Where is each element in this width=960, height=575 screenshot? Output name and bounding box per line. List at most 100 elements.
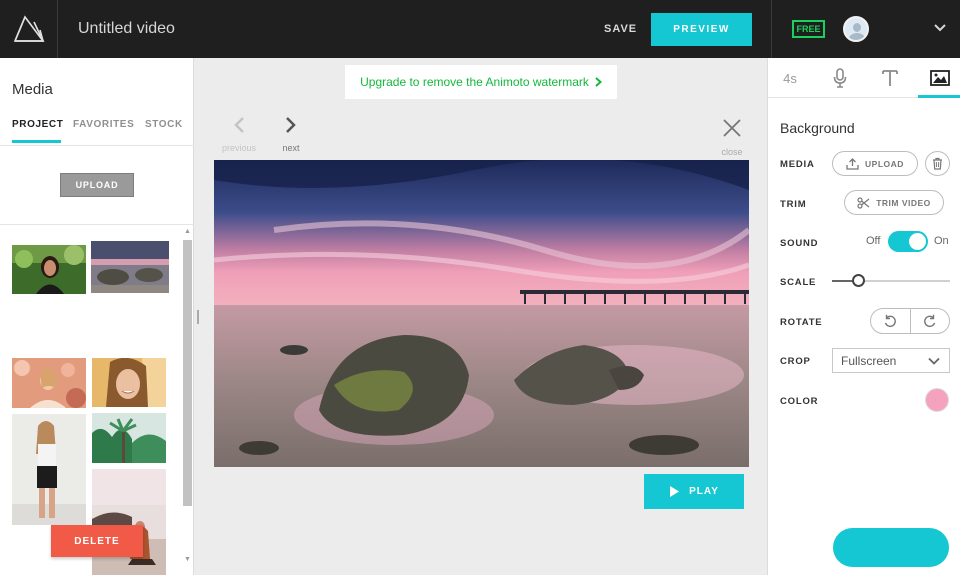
color-swatch[interactable] [925,388,949,412]
trim-video-label: TRIM VIDEO [876,197,931,208]
photo-smiling-woman [92,358,166,407]
rotate-left-icon [885,314,897,328]
crop-value: Fullscreen [841,353,897,368]
rotate-left-button[interactable] [871,309,910,333]
sound-label: SOUND [780,238,819,249]
chevron-down-icon[interactable] [933,20,947,34]
scroll-up-icon[interactable]: ▲ [184,228,191,235]
preview-image-beach-sunset [214,160,749,467]
media-thumbnail-smiling-woman-close[interactable] [92,358,166,407]
text-icon [882,70,898,86]
media-thumbnail-palm-trees-tropical[interactable] [92,413,166,463]
close-label: close [721,147,743,157]
photo-woman-portrait [12,245,86,294]
media-thumbnail-woman-in-flowers[interactable] [12,358,86,408]
media-thumbnail-woman-on-beach-rocks[interactable] [92,469,166,575]
active-tab-indicator [918,95,960,98]
plan-badge[interactable]: FREE [792,20,825,38]
play-button[interactable]: PLAY [644,474,744,509]
watermark-upgrade-banner[interactable]: Upgrade to remove the Animoto watermark [345,65,617,99]
video-title[interactable]: Untitled video [78,20,175,38]
next-label: next [282,143,300,153]
media-panel-title: Media [12,81,53,98]
divider [0,224,194,225]
avatar-head [853,23,861,32]
tab-duration[interactable]: 4s [768,58,812,98]
duration-value: 4s [783,70,797,86]
media-label: MEDIA [780,159,815,170]
sound-on-label: On [934,235,949,247]
scale-slider-handle[interactable] [851,274,865,287]
play-label: PLAY [689,486,719,497]
panel-resize-handle[interactable] [197,310,199,324]
close-button[interactable]: close [712,118,752,157]
trash-icon [933,157,942,170]
scroll-down-icon[interactable]: ▼ [184,556,191,563]
avatar-body [849,33,865,40]
sound-off-label: Off [866,235,881,247]
previous-button[interactable]: previous [219,116,259,153]
chevron-right-icon [595,77,602,87]
top-bar: Untitled video SAVE PREVIEW FREE [0,0,960,58]
trim-label: TRIM [780,199,807,210]
upload-button[interactable]: UPLOAD [60,173,134,197]
media-panel: Media PROJECT FAVORITES STOCK UPLOAD ▲ ▼… [0,58,194,575]
next-button[interactable]: next [271,116,311,153]
delete-background-button[interactable] [925,151,950,176]
upload-label: UPLOAD [865,158,904,169]
rotate-label: ROTATE [780,317,823,328]
save-button[interactable]: SAVE [604,23,637,35]
toggle-knob [909,233,926,250]
sound-toggle[interactable] [888,231,928,252]
photo-woman-beach [92,469,166,575]
previous-label: previous [221,143,257,153]
chevron-right-icon [286,117,296,133]
preview-button[interactable]: PREVIEW [651,13,752,46]
media-scrollbar[interactable]: ▲ ▼ [182,228,193,563]
properties-panel: 4s Background MEDIA UPLOAD TRIM TRIM VID… [767,58,960,575]
divider [0,145,194,146]
divider [771,0,772,58]
trim-video-button[interactable]: TRIM VIDEO [844,190,944,215]
tab-favorites[interactable]: FAVORITES [73,119,134,130]
media-thumbnail-woman-portrait-green[interactable] [12,245,86,294]
properties-tabs: 4s [768,58,960,98]
scale-label: SCALE [780,277,817,288]
rotate-right-icon [923,314,935,328]
close-icon [723,119,741,137]
animoto-logo-icon [13,15,45,42]
photo-palm-trees [92,413,166,463]
tab-project[interactable]: PROJECT [12,119,63,130]
chevron-down-icon [928,357,940,365]
tab-stock[interactable]: STOCK [145,119,183,130]
microphone-icon [833,68,847,88]
image-icon [929,70,950,86]
tab-background[interactable] [918,58,960,98]
upload-icon [846,157,859,170]
photo-woman-standing [12,414,86,525]
crop-select[interactable]: Fullscreen [832,348,950,373]
scissors-icon [857,196,870,209]
properties-title: Background [780,120,855,136]
video-preview[interactable] [214,160,749,467]
tab-voiceover[interactable] [818,58,862,98]
photo-rocky-beach [91,241,169,293]
tab-text[interactable] [868,58,912,98]
rotate-controls [870,308,950,334]
scroll-thumb[interactable] [183,240,192,506]
logo[interactable] [0,0,58,58]
delete-button[interactable]: DELETE [51,525,143,557]
chevron-left-icon [234,117,244,133]
scale-slider[interactable] [832,274,950,287]
active-tab-indicator [12,140,61,143]
action-button[interactable] [833,528,949,567]
upload-background-button[interactable]: UPLOAD [832,151,918,176]
media-thumbnail-woman-full-length[interactable] [12,414,86,525]
play-icon [670,486,680,497]
color-label: COLOR [780,396,819,407]
rotate-right-button[interactable] [909,309,950,333]
watermark-notice-text: Upgrade to remove the Animoto watermark [360,75,589,89]
avatar[interactable] [843,16,869,42]
media-thumbnail-rocky-beach-sunset[interactable] [91,241,169,293]
photo-woman-flowers [12,358,86,408]
